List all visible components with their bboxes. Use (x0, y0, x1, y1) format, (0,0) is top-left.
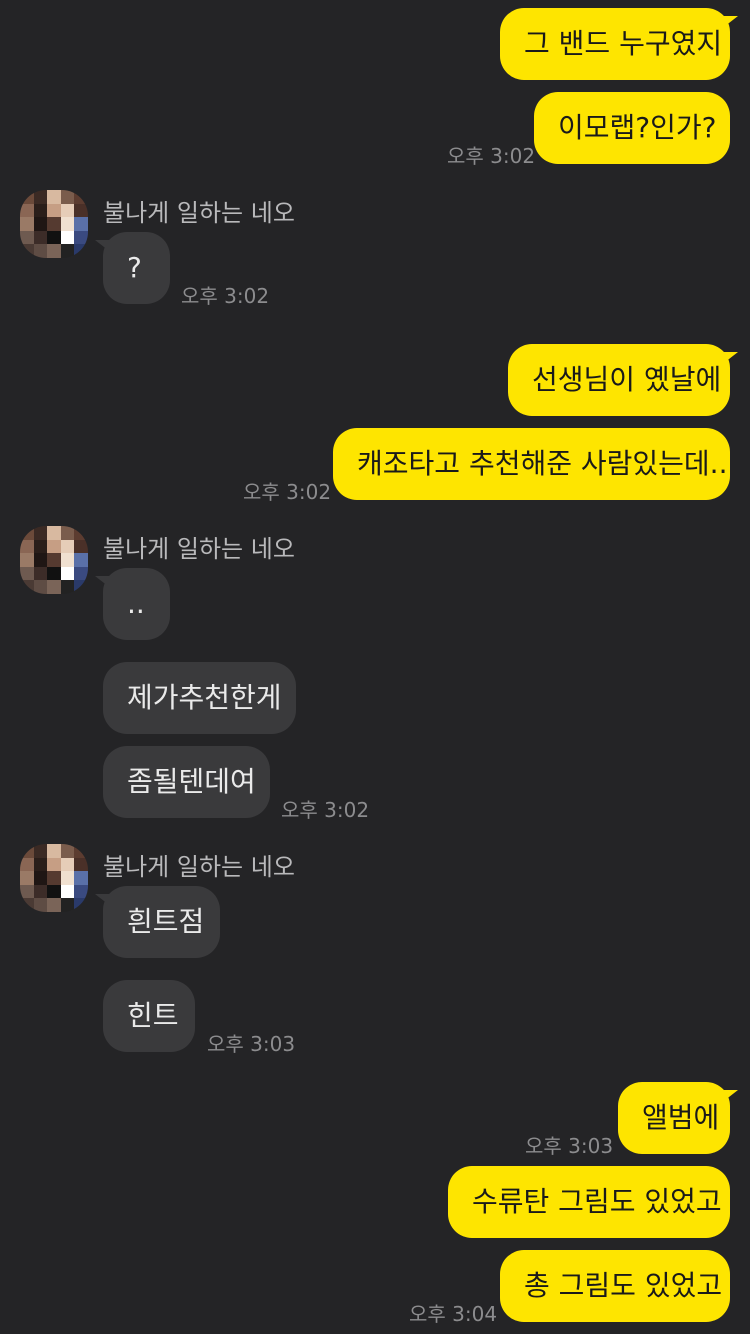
outgoing-message[interactable]: 이모랩?인가? (534, 92, 730, 164)
message-timestamp: 오후 3:02 (281, 798, 370, 822)
incoming-message[interactable]: 좀될텐데여 (103, 746, 270, 818)
outgoing-message[interactable]: 앨범에 (618, 1082, 738, 1154)
outgoing-message[interactable]: 그 밴드 누구였지 (500, 8, 738, 80)
incoming-message[interactable]: .. (95, 568, 170, 640)
outgoing-message[interactable]: 캐조타고 추천해준 사람있는데.. (333, 428, 730, 500)
outgoing-message[interactable]: 수류탄 그림도 있었고 (448, 1166, 730, 1238)
contact-name: 불나게 일하는 네오 (103, 535, 295, 563)
incoming-message[interactable]: 제가추천한게 (103, 662, 296, 734)
contact-name: 불나게 일하는 네오 (103, 853, 295, 881)
message-timestamp: 오후 3:02 (181, 284, 270, 308)
contact-name: 불나게 일하는 네오 (103, 199, 295, 227)
avatar[interactable] (20, 844, 88, 912)
message-timestamp: 오후 3:02 (447, 144, 536, 168)
message-timestamp: 오후 3:03 (207, 1032, 296, 1056)
incoming-message[interactable]: 힌트 (103, 980, 195, 1052)
message-timestamp: 오후 3:04 (409, 1302, 498, 1326)
message-timestamp: 오후 3:03 (525, 1134, 614, 1158)
incoming-message[interactable]: 흰트점 (95, 886, 220, 958)
avatar[interactable] (20, 190, 88, 258)
avatar[interactable] (20, 526, 88, 594)
incoming-message[interactable]: ? (95, 232, 170, 304)
outgoing-message[interactable]: 총 그림도 있었고 (500, 1250, 730, 1322)
message-timestamp: 오후 3:02 (243, 480, 332, 504)
outgoing-message[interactable]: 선생님이 옜날에 (508, 344, 738, 416)
